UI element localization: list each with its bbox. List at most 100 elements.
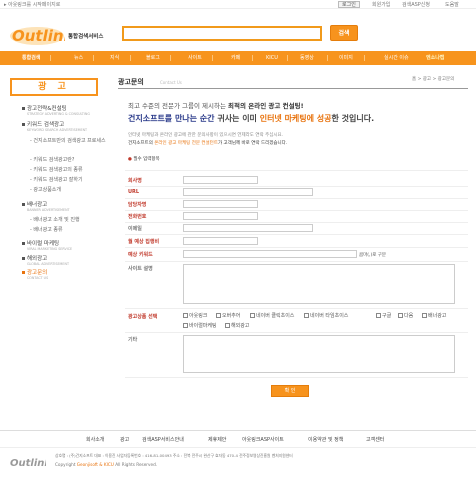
- checkbox[interactable]: [216, 313, 221, 318]
- footer-link-about[interactable]: 회사소개: [86, 436, 104, 443]
- option-label: 네이버 타임초이스: [310, 313, 349, 319]
- product-option-viral[interactable]: 바이럴마케팅: [183, 322, 217, 329]
- intro-text: 귀사는 이미: [217, 114, 260, 123]
- product-option-overture[interactable]: 오버추어: [216, 312, 240, 319]
- sidebar-subitem-banner-intro[interactable]: - 배너광고 소개 및 진행: [30, 216, 80, 223]
- sidebar-subitem-tips[interactable]: - 키워드 검색광고 잘하기: [30, 176, 83, 183]
- etc-label: 기타: [128, 337, 138, 343]
- intro-text: 건지소프트의: [128, 141, 155, 146]
- footer-link-asp-guide[interactable]: 검색ASP서비스안내: [142, 436, 184, 443]
- sidebar-item-keyword-ad[interactable]: 키워드 검색광고 KEYWORD SEARCH ADVERTISEMENT: [22, 120, 87, 132]
- sidebar-item-sublabel: VIRAL MARKETING SERVICE: [27, 247, 73, 251]
- set-homepage-link[interactable]: ▸ 아웃링크를 시작페이지로: [4, 1, 60, 8]
- company-field[interactable]: [183, 176, 258, 184]
- sidebar-item-sublabel: GLOBAL ADVERTISEMENT: [27, 262, 69, 266]
- footer-link-partnership[interactable]: 제휴제안: [208, 436, 226, 443]
- form-divider: [125, 332, 468, 333]
- sidebar-item-strategy[interactable]: 광고전략&컨설팅 STRATEGY ADVERTING & CONSULTING: [22, 104, 90, 116]
- product-option-naver-time[interactable]: 네이버 타임초이스: [304, 312, 348, 319]
- product-option-banner[interactable]: 배너광고: [422, 312, 446, 319]
- nav-item-realtime-issue[interactable]: 실시간 이슈: [384, 54, 409, 62]
- join-link[interactable]: 회원가입: [372, 1, 390, 8]
- url-field[interactable]: [183, 188, 313, 196]
- option-label: 네이버 클릭초이스: [256, 313, 295, 319]
- nav-divider: [287, 55, 288, 61]
- option-label: 아웃링크: [189, 313, 208, 319]
- company-label: 회사명: [128, 178, 142, 184]
- outlink-logo[interactable]: Outlink: [10, 24, 65, 46]
- form-divider: [125, 170, 468, 171]
- option-label: 다음: [404, 313, 414, 319]
- footer-link-ad[interactable]: 광고: [120, 436, 129, 443]
- sidebar-subitem-label: 키워드 검색광고의 종류: [33, 167, 83, 173]
- intro-description-2: 건지소프트의 온라인 광고 마케팅 전문 컨설턴트가 고객님께 바로 연락 드리…: [128, 140, 287, 146]
- footer-link-asp-site[interactable]: 아웃링크ASP사이트: [242, 436, 284, 443]
- checkbox[interactable]: [398, 313, 403, 318]
- copyright-company: Geonjisoft & KICU: [76, 462, 114, 467]
- nav-item-kicu[interactable]: KICU: [266, 54, 278, 62]
- search-input[interactable]: [122, 26, 322, 41]
- required-marker-icon: ●: [128, 157, 132, 162]
- etc-textarea[interactable]: [183, 335, 455, 373]
- footer-copyright: Copyright Geonjisoft & KICU All Rights R…: [55, 462, 157, 467]
- sidebar-subitem-what-is[interactable]: - 키워드 검색광고란?: [30, 156, 74, 163]
- checkbox[interactable]: [304, 313, 309, 318]
- nav-item-news[interactable]: 뉴스: [74, 54, 83, 62]
- nav-item-site[interactable]: 사이트: [188, 54, 202, 62]
- sidebar-item-global[interactable]: 해외광고 GLOBAL ADVERTISEMENT: [22, 254, 69, 266]
- sidebar-subitem-products[interactable]: - 광고상품소개: [30, 186, 61, 193]
- checkbox[interactable]: [422, 313, 427, 318]
- checkbox[interactable]: [183, 313, 188, 318]
- manager-field[interactable]: [183, 200, 258, 208]
- sidebar-item-viral[interactable]: 바이럴 마케팅 VIRAL MARKETING SERVICE: [22, 239, 72, 251]
- sidebar-subitem-label: 키워드 검색광고란?: [33, 157, 75, 163]
- realtime-issue-ticker[interactable]: 엔소나캡: [426, 54, 444, 62]
- nav-item-integrated[interactable]: 통합검색: [22, 54, 40, 62]
- product-option-naver-click[interactable]: 네이버 클릭초이스: [250, 312, 294, 319]
- product-option-daum[interactable]: 다음: [398, 312, 413, 319]
- page-title: 광고문의: [118, 78, 144, 86]
- checkbox[interactable]: [376, 313, 381, 318]
- nav-item-image[interactable]: 이미지: [339, 54, 353, 62]
- submit-button[interactable]: 확 인: [271, 385, 309, 397]
- nav-item-video[interactable]: 동영상: [300, 54, 314, 62]
- help-link[interactable]: 도움말: [445, 1, 459, 8]
- product-option-outlink[interactable]: 아웃링크: [183, 312, 207, 319]
- bullet-icon: [22, 203, 25, 206]
- nav-item-cafe[interactable]: 카페: [231, 54, 240, 62]
- option-label: 배너광고: [428, 313, 447, 319]
- form-divider: [125, 222, 468, 223]
- sidebar-item-sublabel: STRATEGY ADVERTING & CONSULTING: [27, 112, 90, 116]
- sidebar-subitem-process[interactable]: - 건지소프트만의 검색광고 프로세스: [30, 137, 108, 145]
- checkbox[interactable]: [183, 323, 188, 328]
- footer-link-terms[interactable]: 이용약관 및 정책: [308, 436, 343, 443]
- intro-text: 건지소프트를 만나는 순간: [128, 114, 218, 123]
- logo-text: Outlink: [12, 27, 65, 45]
- sidebar-item-banner-ad[interactable]: 배너광고 BANNER ADVERTISEMENT: [22, 200, 70, 212]
- sidebar-subitem-banner-types[interactable]: - 배너광고 종류: [30, 226, 63, 233]
- sidebar-item-sublabel: KEYWORD SEARCH ADVERTISEMENT: [27, 128, 88, 132]
- footer-company-info: 상호명 : (주)건지소프트 대표 : 이용진 사업자등록번호 : 416-81…: [55, 453, 293, 458]
- checkbox[interactable]: [225, 323, 230, 328]
- product-option-global[interactable]: 해외광고: [225, 322, 249, 329]
- required-note-label: 필수 입력항목: [133, 157, 160, 162]
- product-option-google[interactable]: 구글: [376, 312, 391, 319]
- phone-field[interactable]: [183, 212, 258, 220]
- sidebar-subitem-types[interactable]: - 키워드 검색광고의 종류: [30, 166, 83, 173]
- budget-field[interactable]: [183, 237, 258, 245]
- bullet-icon: [22, 271, 25, 274]
- keyword-field[interactable]: [183, 250, 357, 258]
- asp-apply-link[interactable]: 검색ASP신청: [402, 1, 430, 8]
- sidebar-subitem-label: 광고상품소개: [33, 187, 62, 193]
- sidebar-subitem-label: 키워드 검색광고 잘하기: [33, 177, 83, 183]
- nav-item-blog[interactable]: 블로그: [146, 54, 160, 62]
- nav-item-knowledge[interactable]: 지식: [110, 54, 119, 62]
- login-button[interactable]: 로그인: [338, 1, 360, 8]
- search-button[interactable]: 검색: [330, 25, 358, 41]
- site-desc-textarea[interactable]: [183, 264, 455, 304]
- keyword-label: 예상 키워드: [128, 252, 153, 258]
- footer-link-support[interactable]: 고객센터: [366, 436, 384, 443]
- sidebar-item-contact[interactable]: 광고문의 CONTACT US: [22, 268, 48, 280]
- email-field[interactable]: [183, 224, 313, 232]
- checkbox[interactable]: [250, 313, 255, 318]
